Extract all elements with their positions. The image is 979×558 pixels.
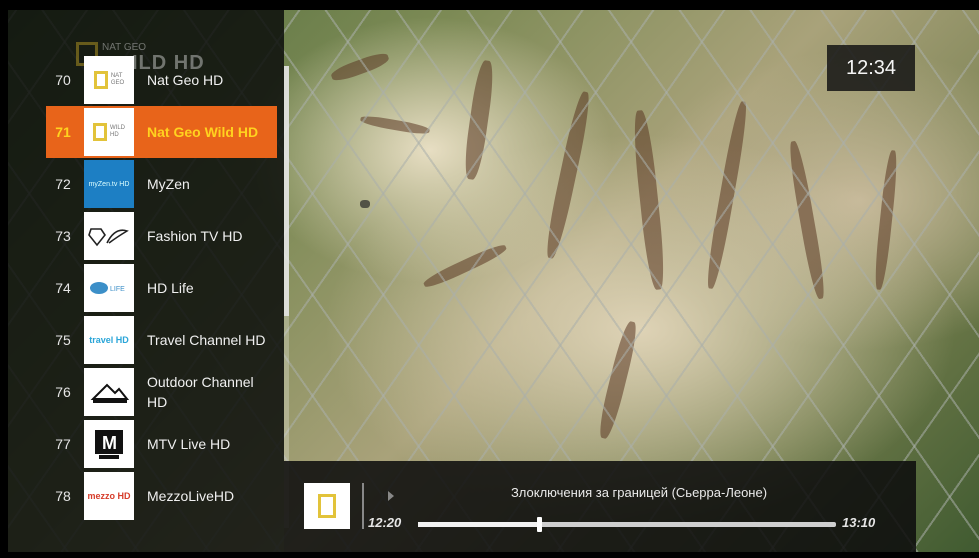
- channel-row-75[interactable]: 75 travel HD Travel Channel HD: [46, 314, 278, 366]
- progress-fill: [418, 522, 540, 527]
- channel-number: 70: [55, 72, 71, 88]
- scrollbar-thumb[interactable]: [284, 66, 289, 316]
- svg-text:LIFE: LIFE: [110, 286, 125, 293]
- hd-life-logo: LIFE: [84, 264, 134, 312]
- channel-name: Travel Channel HD: [147, 332, 266, 348]
- travel-channel-logo: travel HD: [84, 316, 134, 364]
- channel-name: Fashion TV HD: [147, 228, 243, 244]
- channel-name: MTV Live HD: [147, 436, 231, 452]
- program-progress-bar: [418, 517, 836, 532]
- clock-display: 12:34: [827, 45, 915, 91]
- channel-row-76[interactable]: 76 Outdoor Channel HD: [46, 366, 278, 418]
- nat-geo-wild-logo: WILD HD: [84, 108, 134, 156]
- channel-name: MyZen: [147, 176, 190, 192]
- channel-list-panel: NAT GEO ILD HD 70 NAT GEO Nat Geo HD 71 W…: [8, 10, 289, 552]
- channel-row-71-selected[interactable]: 71 WILD HD Nat Geo Wild HD: [46, 106, 277, 158]
- progress-knob: [537, 517, 543, 532]
- outdoor-channel-logo: [84, 368, 134, 416]
- svg-text:M: M: [102, 433, 117, 453]
- channel-name: Nat Geo HD: [147, 72, 224, 88]
- fashion-tv-logo: [84, 212, 134, 260]
- channel-row-74[interactable]: 74 LIFE HD Life: [46, 262, 278, 314]
- channel-number: 77: [55, 436, 71, 452]
- channel-row-72[interactable]: 72 myZen.tv HD MyZen: [46, 158, 278, 210]
- channel-name: Outdoor Channel HD: [147, 374, 254, 410]
- program-start-time: 12:20: [368, 515, 402, 530]
- channel-name: Nat Geo Wild HD: [147, 124, 259, 140]
- channel-number: 72: [55, 176, 71, 192]
- channel-number: 76: [55, 384, 71, 400]
- channel-number: 71: [55, 124, 71, 140]
- channel-list-scrollbar[interactable]: [284, 66, 289, 528]
- program-title: Злоключения за границей (Сьерра-Леоне): [510, 485, 768, 500]
- nat-geo-logo: NAT GEO: [84, 56, 134, 104]
- channel-row-70[interactable]: 70 NAT GEO Nat Geo HD: [46, 54, 278, 106]
- channel-logo-icon: [304, 483, 350, 529]
- divider: [362, 483, 364, 529]
- channel-number: 73: [55, 228, 71, 244]
- channel-row-77[interactable]: 77 M MTV Live HD: [46, 418, 278, 470]
- channel-number: 74: [55, 280, 71, 296]
- channel-number: 78: [55, 488, 71, 504]
- mtv-live-logo: M: [84, 420, 134, 468]
- program-end-time: 13:10: [842, 515, 876, 530]
- channel-row-73[interactable]: 73 Fashion TV HD: [46, 210, 278, 262]
- channel-number: 75: [55, 332, 71, 348]
- mezzo-logo: mezzo HD: [84, 472, 134, 520]
- play-icon: [388, 491, 394, 501]
- channel-name: MezzoLiveHD: [147, 488, 235, 504]
- myzen-logo: myZen.tv HD: [84, 160, 134, 208]
- channel-name: HD Life: [147, 280, 194, 296]
- channel-row-78[interactable]: 78 mezzo HD MezzoLiveHD: [46, 470, 278, 522]
- program-info-bar: Злоключения за границей (Сьерра-Леоне) 1…: [284, 461, 916, 552]
